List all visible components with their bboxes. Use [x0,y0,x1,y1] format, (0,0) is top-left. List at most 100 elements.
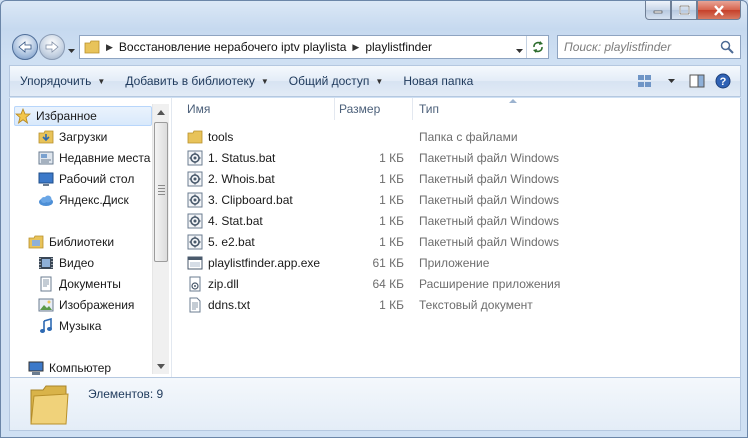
search-icon [720,40,734,54]
nav-item-yandex-disk[interactable]: Яндекс.Диск [38,190,129,210]
add-to-library-menu[interactable]: Добавить в библиотеку ▼ [115,68,278,94]
new-folder-button[interactable]: Новая папка [393,68,483,94]
nav-item-downloads[interactable]: Загрузки [38,127,107,147]
batch-file-icon [187,213,203,229]
file-row[interactable]: playlistfinder.app.exe 61 КБ Приложение [173,253,740,274]
file-type: Пакетный файл Windows [419,172,560,186]
details-pane: Элементов: 9 [9,377,741,431]
text-file-icon [187,297,203,313]
file-name: 2. Whois.bat [208,172,275,186]
svg-text:?: ? [720,76,727,88]
nav-item-recent-places[interactable]: Недавние места [38,148,150,168]
nav-label-music: Музыка [59,319,102,333]
command-bar: Упорядочить ▼ Добавить в библиотеку ▼ Общи… [9,65,741,97]
view-options-dropdown[interactable] [658,69,684,93]
nav-label-documents: Документы [59,277,121,291]
chevron-down-icon [157,363,165,369]
close-button[interactable] [697,1,741,20]
nav-item-documents[interactable]: Документы [38,274,121,294]
nav-label-libraries: Библиотеки [49,235,115,249]
refresh-button[interactable] [526,36,548,58]
recent-pages-dropdown[interactable] [67,43,76,57]
breadcrumb-current[interactable]: playlistfinder [365,40,432,54]
scroll-down-button[interactable] [153,358,169,374]
documents-icon [38,276,54,292]
view-icon [638,75,651,87]
desktop-icon [38,171,54,187]
column-header-name[interactable]: Имя [187,98,335,120]
nav-item-libraries[interactable]: Библиотеки [28,232,114,252]
column-header-type[interactable]: Тип [419,98,579,120]
file-row[interactable]: 2. Whois.bat 1 КБ Пакетный файл Windows [173,169,740,190]
chevron-down-icon [68,49,75,53]
file-row[interactable]: ddns.txt 1 КБ Текстовый документ [173,295,740,316]
exe-file-icon [187,255,203,271]
column-header-type-label: Тип [419,102,440,116]
nav-item-favorites[interactable]: Избранное [14,106,152,126]
breadcrumb-parent[interactable]: Восстановление нерабочего iptv playlista [119,40,346,54]
scrollbar-thumb[interactable] [154,122,168,262]
maximize-button[interactable] [671,1,697,20]
file-size: 61 КБ [372,256,404,270]
file-size: 1 КБ [379,235,404,249]
file-row[interactable]: 4. Stat.bat 1 КБ Пакетный файл Windows [173,211,740,232]
address-bar[interactable]: ▶ Восстановление нерабочего iptv playlis… [79,35,549,59]
column-header-name-label: Имя [187,102,211,116]
search-box[interactable] [557,35,741,59]
scroll-up-button[interactable] [153,104,169,120]
nav-item-music[interactable]: Музыка [38,316,101,336]
nav-label-pictures: Изображения [59,298,135,312]
chevron-down-icon [667,79,675,83]
nav-label-desktop: Рабочий стол [59,172,135,186]
file-row[interactable]: 1. Status.bat 1 КБ Пакетный файл Windows [173,148,740,169]
nav-label-computer: Компьютер [49,361,112,375]
libraries-icon [28,234,44,250]
maximize-icon [678,5,690,15]
navigation-scrollbar[interactable] [152,104,169,374]
file-row[interactable]: 3. Clipboard.bat 1 КБ Пакетный файл Window… [173,190,740,211]
change-view-button[interactable] [632,69,658,93]
scrollbar-grip [158,185,165,197]
preview-pane-icon [689,74,705,88]
search-input[interactable] [564,40,714,54]
computer-icon [28,360,44,376]
folder-icon [187,129,203,145]
back-button[interactable] [12,34,38,60]
preview-pane-button[interactable] [684,69,710,93]
cloud-icon [38,192,54,208]
breadcrumb-separator[interactable]: ▶ [352,42,359,53]
help-button[interactable]: ? [710,69,736,93]
organize-menu[interactable]: Упорядочить ▼ [10,68,115,94]
nav-item-computer[interactable]: Компьютер [28,358,111,377]
share-menu[interactable]: Общий доступ ▼ [279,68,394,94]
file-type: Текстовый документ [419,298,533,312]
nav-item-video[interactable]: Видео [38,253,94,273]
file-size: 1 КБ [379,172,404,186]
nav-item-desktop[interactable]: Рабочий стол [38,169,134,189]
chevron-down-icon [516,49,523,53]
file-name: 5. e2.bat [208,235,255,249]
file-row[interactable]: zip.dll 64 КБ Расширение приложения [173,274,740,295]
file-list: Имя Размер Тип tools Папка с файлами 1. St… [173,98,740,377]
breadcrumb-separator[interactable]: ▶ [106,42,113,53]
forward-button[interactable] [39,34,65,60]
column-header-size[interactable]: Размер [339,98,413,120]
address-history-dropdown[interactable] [515,43,524,57]
file-size: 1 КБ [379,298,404,312]
file-row[interactable]: 5. e2.bat 1 КБ Пакетный файл Windows [173,232,740,253]
chevron-up-icon [157,109,165,115]
file-size: 1 КБ [379,193,404,207]
nav-item-pictures[interactable]: Изображения [38,295,134,315]
help-icon: ? [715,73,731,89]
file-type: Приложение [419,256,490,270]
file-type: Расширение приложения [419,277,561,291]
file-row[interactable]: tools Папка с файлами [173,127,740,148]
nav-label-downloads: Загрузки [59,130,108,144]
file-name: zip.dll [208,277,239,291]
file-size: 64 КБ [372,277,404,291]
music-icon [38,318,54,334]
arrow-left-icon [18,41,32,53]
minimize-button[interactable] [645,1,671,20]
star-icon [15,108,31,124]
caption-buttons [645,1,741,20]
